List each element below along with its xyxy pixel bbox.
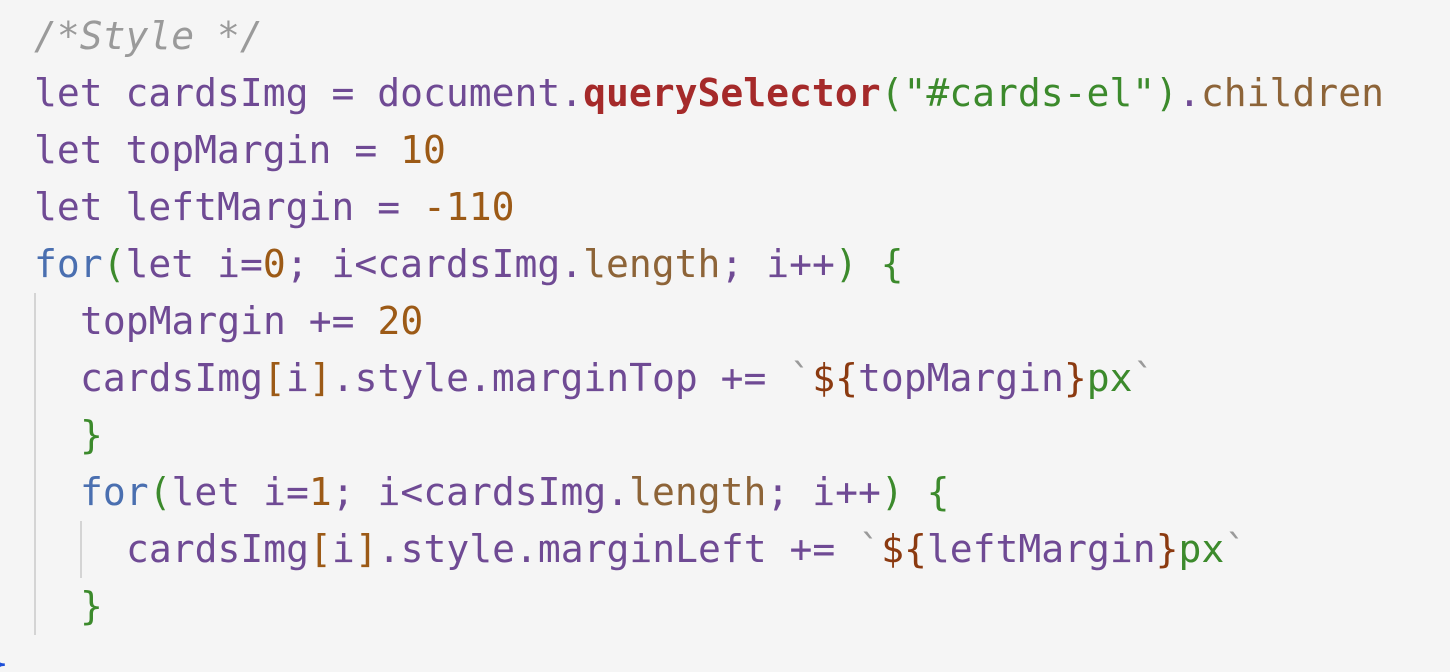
- interp-variable: topMargin: [857, 356, 1064, 400]
- variable-name: cardsImg: [125, 71, 309, 115]
- code-editor[interactable]: /*Style */ let cardsImg = document.query…: [0, 0, 1450, 672]
- code-comment: /*Style */: [34, 14, 263, 58]
- keyword-let: let: [171, 470, 241, 514]
- keyword-let: let: [34, 71, 103, 115]
- template-tick: `: [789, 356, 813, 400]
- paren-open: (: [880, 71, 904, 115]
- template-tick: `: [1224, 527, 1248, 571]
- template-tick: `: [858, 527, 882, 571]
- variable-name: leftMargin: [125, 185, 355, 229]
- operator: +=: [308, 299, 355, 343]
- loop-condition: i<cardsImg: [331, 242, 561, 286]
- keyword-for: for: [34, 242, 103, 286]
- interp-open: ${: [812, 356, 858, 400]
- number-literal: 10: [400, 128, 446, 172]
- variable-name: topMargin: [125, 128, 332, 172]
- paren-open: (: [148, 470, 172, 514]
- bracket-open: [: [263, 356, 286, 400]
- interp-close: }: [1155, 527, 1179, 571]
- indent-guide-outer: [34, 293, 36, 635]
- interp-variable: leftMargin: [926, 527, 1156, 571]
- object-name: cardsImg: [126, 527, 310, 571]
- code-line-8[interactable]: }: [80, 407, 103, 464]
- operator: +=: [789, 527, 836, 571]
- semicolon: ;: [720, 242, 744, 286]
- code-line-4[interactable]: let leftMargin = -110: [34, 179, 515, 236]
- object-name: cardsImg: [80, 356, 264, 400]
- paren-close: ): [1155, 71, 1179, 115]
- keyword-for: for: [80, 470, 149, 514]
- number-literal: -110: [422, 185, 515, 229]
- paren-close: ): [880, 470, 904, 514]
- keyword-let: let: [34, 128, 103, 172]
- operator: =: [354, 128, 378, 172]
- function-name: querySelector: [583, 71, 881, 115]
- variable-name: topMargin: [80, 299, 286, 343]
- code-line-3[interactable]: let topMargin = 10: [34, 122, 446, 179]
- string-literal: "#cards-el": [903, 71, 1156, 115]
- dot: .: [560, 242, 584, 286]
- code-line-10[interactable]: cardsImg[i].style.marginLeft += `${leftM…: [126, 521, 1247, 578]
- semicolon: ;: [331, 470, 355, 514]
- index-variable: i: [331, 527, 355, 571]
- paren-open: (: [102, 242, 126, 286]
- semicolon: ;: [285, 242, 309, 286]
- code-line-5[interactable]: for(let i=0; i<cardsImg.length; i++) {: [34, 236, 904, 293]
- property-name: length: [583, 242, 721, 286]
- number-literal: 0: [262, 242, 286, 286]
- string-unit: px: [1086, 356, 1133, 400]
- loop-increment: i++: [812, 470, 881, 514]
- paren-close: ): [834, 242, 858, 286]
- dot: .: [560, 71, 584, 115]
- member-access: .style.marginLeft: [377, 527, 767, 571]
- code-line-1[interactable]: /*Style */: [34, 8, 263, 65]
- brace-close: }: [80, 584, 103, 628]
- number-literal: 1: [308, 470, 332, 514]
- code-line-6[interactable]: topMargin += 20: [80, 293, 423, 350]
- semicolon: ;: [766, 470, 790, 514]
- string-unit: px: [1178, 527, 1225, 571]
- index-variable: i: [285, 356, 309, 400]
- code-line-2[interactable]: let cardsImg = document.querySelector("#…: [34, 65, 1384, 122]
- operator: =: [331, 71, 355, 115]
- indent-guide-inner: [80, 521, 82, 578]
- keyword-let: let: [125, 242, 195, 286]
- dot: .: [1178, 71, 1201, 115]
- brace-close: }: [0, 641, 9, 672]
- bracket-close: ]: [354, 527, 378, 571]
- property-name: children: [1200, 71, 1384, 115]
- template-tick: `: [1132, 356, 1156, 400]
- keyword-let: let: [34, 185, 103, 229]
- loop-init: i=: [263, 470, 309, 514]
- operator: =: [377, 185, 401, 229]
- code-line-11[interactable]: }: [80, 578, 103, 635]
- bracket-close: ]: [308, 356, 332, 400]
- brace-open: {: [926, 470, 950, 514]
- object-name: document: [377, 71, 561, 115]
- interp-open: ${: [881, 527, 927, 571]
- loop-init: i=: [217, 242, 263, 286]
- code-line-9[interactable]: for(let i=1; i<cardsImg.length; i++) {: [80, 464, 950, 521]
- member-access: .style.marginTop: [331, 356, 698, 400]
- bracket-open: [: [309, 527, 332, 571]
- interp-close: }: [1063, 356, 1087, 400]
- loop-condition: i<cardsImg: [377, 470, 607, 514]
- operator: +=: [720, 356, 767, 400]
- code-line-12[interactable]: }: [0, 635, 9, 672]
- dot: .: [606, 470, 630, 514]
- brace-open: {: [880, 242, 904, 286]
- property-name: length: [629, 470, 767, 514]
- brace-close: }: [80, 413, 103, 457]
- number-literal: 20: [377, 299, 424, 343]
- loop-increment: i++: [766, 242, 835, 286]
- code-line-7[interactable]: cardsImg[i].style.marginTop += `${topMar…: [80, 350, 1155, 407]
